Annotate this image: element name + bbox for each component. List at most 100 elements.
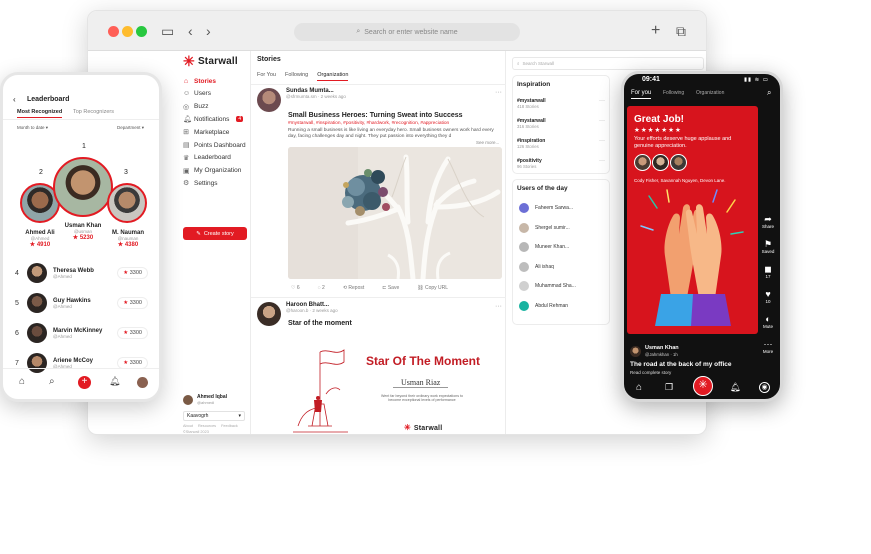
search-icon[interactable]: ⌕ xyxy=(49,376,55,387)
brand-name: Starwall xyxy=(197,55,238,67)
footer-link-feedback[interactable]: Feedback xyxy=(221,424,238,428)
inspiration-item[interactable]: #positivity 96 Stories ··· xyxy=(517,158,605,169)
user-of-day-item[interactable]: Abdul Rehman xyxy=(519,301,568,311)
recipient-avatar[interactable] xyxy=(634,154,651,171)
leaderboard-row[interactable]: 7 Ariene McCoy @Ahmed ★ 3300 xyxy=(15,351,148,375)
post-title[interactable]: Star of the moment xyxy=(288,320,352,327)
more-action[interactable]: ⋯ More xyxy=(760,339,776,354)
stories-icon[interactable]: ❐ xyxy=(665,382,673,393)
tab-for-you[interactable]: For you xyxy=(631,90,652,99)
podium-avatar-1[interactable] xyxy=(53,157,113,217)
like-action[interactable]: ♥ 10 xyxy=(760,289,776,304)
inspiration-item[interactable]: #mystarwall 418 Stories ··· xyxy=(517,98,605,109)
bell-icon[interactable]: 🔔︎ xyxy=(730,382,741,393)
tab-for-you[interactable]: For You xyxy=(257,72,276,81)
bell-icon[interactable]: 🔔︎ xyxy=(109,376,120,387)
tab-following[interactable]: Following xyxy=(663,90,684,96)
story-author[interactable]: Usman Khan xyxy=(645,345,679,351)
address-bar[interactable]: ⌕ Search or enter website name xyxy=(294,23,520,41)
minimize-window-button[interactable] xyxy=(122,26,133,37)
department-filter[interactable]: Department ▾ xyxy=(117,125,144,131)
user-of-day-item[interactable]: Faheem Sarwa... xyxy=(519,203,573,213)
more-options-icon[interactable]: ··· xyxy=(495,89,502,96)
leaderboard-row[interactable]: 6 Marvin McKinney @Ahmed ★ 3300 xyxy=(15,321,148,345)
sidebar-item-notifications[interactable]: 🔔︎ Notifications 4 xyxy=(183,113,253,125)
user-of-day-item[interactable]: Muneer Khan... xyxy=(519,242,569,253)
great-job-card[interactable]: Great Job! ★★★★★★★ Your efforts deserve … xyxy=(627,106,758,334)
user-of-day-item[interactable]: Muhammad Sha... xyxy=(519,281,576,292)
recipient-avatar[interactable] xyxy=(652,154,669,171)
more-options-icon[interactable]: ··· xyxy=(495,303,502,310)
recipient-avatar[interactable] xyxy=(670,154,687,171)
see-more-link[interactable]: See more... xyxy=(476,140,499,145)
user-of-day-item[interactable]: Ali ishaq xyxy=(519,261,554,272)
sidebar-item-stories[interactable]: ⌂ Stories xyxy=(183,75,253,87)
search-input[interactable]: ⌕ Search Starwall xyxy=(512,57,704,70)
copy-url-action[interactable]: ⛓ Copy URL xyxy=(417,285,448,291)
post-hashtags[interactable]: #mystarwall, #inspiration, #positivity, … xyxy=(288,121,502,126)
new-tab-icon[interactable]: + xyxy=(651,23,660,39)
sidebar-item-points-dashboard[interactable]: ▤ Points Dashboard xyxy=(183,139,253,151)
back-icon[interactable]: ‹ xyxy=(13,95,16,104)
footer-link-about[interactable]: About xyxy=(183,424,193,428)
post-body: Running a small business is like living … xyxy=(288,128,494,139)
date-filter[interactable]: Month to date ▾ xyxy=(17,125,48,131)
more-options-icon[interactable]: ··· xyxy=(599,98,605,104)
profile-chip[interactable]: Ahmed Iqbal @ahmedi xyxy=(183,394,227,405)
post-title[interactable]: Small Business Heroes: Turning Sweat int… xyxy=(288,112,463,119)
sidebar-item-my-organization[interactable]: ▣ My Organization xyxy=(183,165,253,177)
more-options-icon[interactable]: ··· xyxy=(599,158,605,164)
post-image[interactable] xyxy=(288,147,502,279)
leaderboard-row[interactable]: 4 Theresa Webb @Ahmed ★ 3300 xyxy=(15,261,148,285)
user-of-day-item[interactable]: Shergel sumir... xyxy=(519,222,570,233)
search-icon[interactable]: ⌕ xyxy=(767,88,771,98)
home-icon[interactable]: ⌂ xyxy=(636,382,642,393)
share-action[interactable]: ➦ Share xyxy=(760,214,776,229)
close-window-button[interactable] xyxy=(108,26,119,37)
more-options-icon[interactable]: ··· xyxy=(599,138,605,144)
tab-organization[interactable]: Organization xyxy=(696,90,724,96)
profile-icon[interactable]: ◉ xyxy=(759,382,770,393)
forward-icon[interactable]: › xyxy=(206,24,211,38)
tabs-overview-icon[interactable]: ⧉ xyxy=(676,24,686,38)
comment-action[interactable]: ◌ 2 xyxy=(318,285,325,291)
sidebar-item-leaderboard[interactable]: ♛ Leaderboard xyxy=(183,152,253,164)
comment-action[interactable]: ◼ 17 xyxy=(760,264,776,279)
save-action[interactable]: ⊏ Save xyxy=(382,285,399,291)
tab-organization[interactable]: Organization xyxy=(317,72,349,81)
footer-link-resources[interactable]: Resources xyxy=(198,424,216,428)
home-icon[interactable]: ⌂ xyxy=(19,376,25,387)
tab-top-recognizers[interactable]: Top Recognizers xyxy=(73,109,114,115)
mute-action[interactable]: ◐ Mute xyxy=(760,314,776,329)
podium-avatar-3[interactable] xyxy=(107,183,147,223)
sidebar-item-buzz[interactable]: ◎ Buzz xyxy=(183,101,253,113)
sidebar-toggle-icon[interactable]: ▭ xyxy=(161,24,174,38)
brand-logo[interactable]: ✳ Starwall xyxy=(183,54,238,68)
author-avatar[interactable] xyxy=(257,302,281,326)
sidebar-item-settings[interactable]: ⚙ Settings xyxy=(183,177,253,189)
repost-action[interactable]: ⟲ Repost xyxy=(343,285,364,291)
address-bar-placeholder: Search or enter website name xyxy=(364,28,458,36)
back-icon[interactable]: ‹ xyxy=(188,24,193,38)
sidebar-item-marketplace[interactable]: ⊞ Marketplace xyxy=(183,126,253,138)
inspiration-item[interactable]: #inspiration 126 Stories ··· xyxy=(517,138,605,149)
more-options-icon[interactable]: ··· xyxy=(599,118,605,124)
read-more-link[interactable]: Read complete story xyxy=(630,370,671,375)
tab-following[interactable]: Following xyxy=(285,72,308,81)
star-of-moment-card[interactable]: Star Of The Moment Usman Riaz Went far b… xyxy=(288,334,502,434)
sidebar-item-users[interactable]: ☺ Users xyxy=(183,88,253,100)
inspiration-item[interactable]: #mystarwall 316 Stories ··· xyxy=(517,118,605,129)
tab-most-recognized[interactable]: Most Recognized xyxy=(17,109,63,118)
add-button[interactable]: + xyxy=(78,376,91,389)
saved-action[interactable]: ⚑ Saved xyxy=(760,239,776,254)
maximize-window-button[interactable] xyxy=(136,26,147,37)
workspace-select[interactable]: Kaavogrh ▾ xyxy=(183,411,245,421)
leaderboard-row[interactable]: 5 Guy Hawkins @Ahmed ★ 3300 xyxy=(15,291,148,315)
profile-avatar[interactable] xyxy=(137,377,148,388)
create-story-button[interactable]: ✎ Create story xyxy=(183,227,247,240)
create-story-button[interactable]: ✳ xyxy=(693,376,713,396)
author-avatar[interactable] xyxy=(630,346,641,357)
row-rank: 7 xyxy=(15,359,19,367)
author-avatar[interactable] xyxy=(257,88,281,112)
like-action[interactable]: ♡ 6 xyxy=(291,285,300,291)
